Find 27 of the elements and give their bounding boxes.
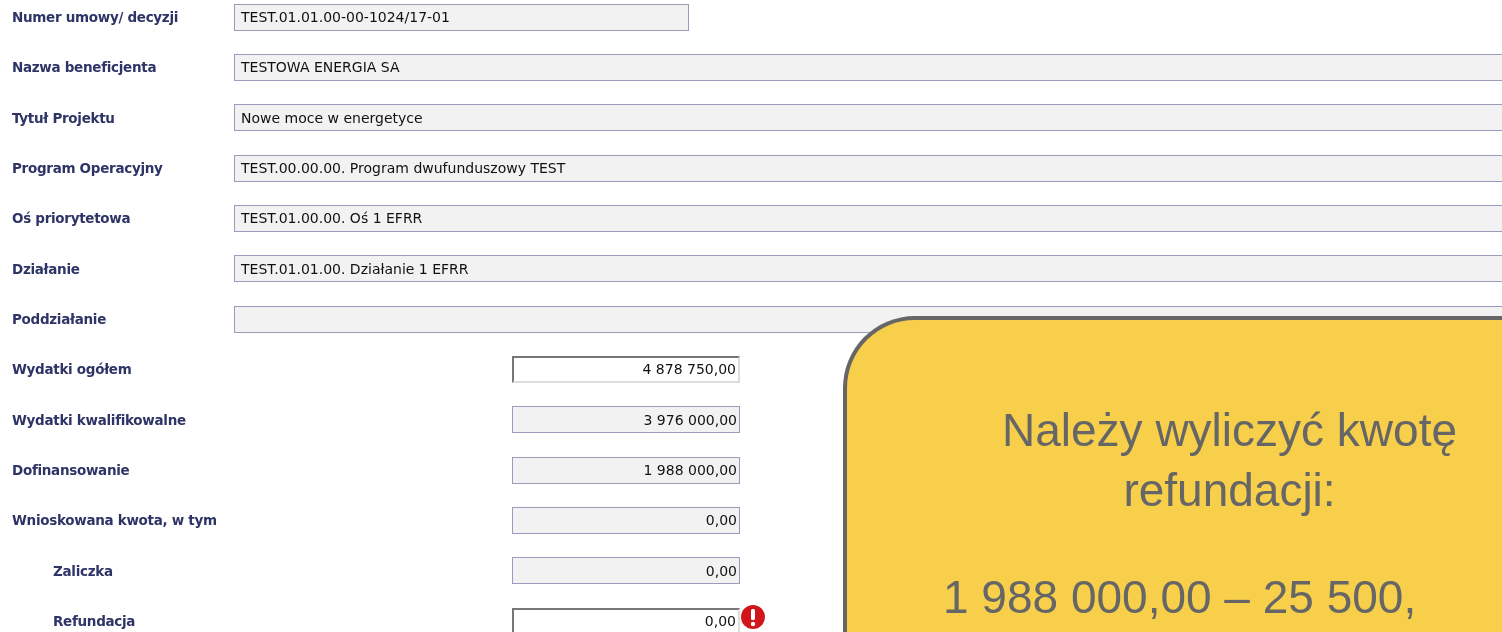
text-field[interactable]: TEST.01.01.00-00-1024/17-01 bbox=[234, 3, 689, 31]
text-field[interactable]: Nowe moce w energetyce bbox=[234, 104, 1502, 132]
field-label: Wydatki kwalifikowalne bbox=[11, 411, 187, 428]
amount-field[interactable]: 3 976 000,00 bbox=[512, 406, 740, 434]
field-label: Refundacja bbox=[52, 613, 137, 630]
callout-heading: Należy wyliczyć kwotę refundacji: bbox=[1001, 403, 1458, 518]
field-label: Poddziałanie bbox=[11, 311, 107, 328]
text-field[interactable]: TEST.01.00.00. Oś 1 EFRR bbox=[234, 204, 1502, 232]
field-label: Numer umowy/ decyzji bbox=[11, 9, 180, 26]
callout-formula: 1 988 000,00 – 25 500, bbox=[943, 572, 1418, 622]
amount-field[interactable]: 0,00 bbox=[512, 557, 740, 585]
text-field[interactable]: TESTOWA ENERGIA SA bbox=[234, 54, 1502, 81]
field-label: Wnioskowana kwota, w tym bbox=[11, 512, 218, 529]
field-label: Dofinansowanie bbox=[11, 462, 131, 479]
amount-field[interactable]: 0,00 bbox=[512, 607, 740, 632]
field-label: Program Operacyjny bbox=[11, 160, 164, 177]
field-label: Działanie bbox=[11, 260, 81, 277]
text-field[interactable]: TEST.00.00.00. Program dwufunduszowy TEST bbox=[234, 154, 1502, 182]
field-label: Wydatki ogółem bbox=[11, 361, 133, 378]
field-label: Zaliczka bbox=[52, 562, 114, 579]
field-label: Tytuł Projektu bbox=[11, 109, 116, 126]
amount-field[interactable]: 0,00 bbox=[512, 506, 740, 534]
amount-field[interactable]: 1 988 000,00 bbox=[512, 456, 740, 484]
field-label: Nazwa beneficjenta bbox=[11, 59, 158, 76]
amount-field[interactable]: 4 878 750,00 bbox=[512, 355, 740, 383]
field-label: Oś priorytetowa bbox=[11, 210, 132, 227]
text-field[interactable]: TEST.01.01.00. Działanie 1 EFRR bbox=[234, 255, 1502, 283]
